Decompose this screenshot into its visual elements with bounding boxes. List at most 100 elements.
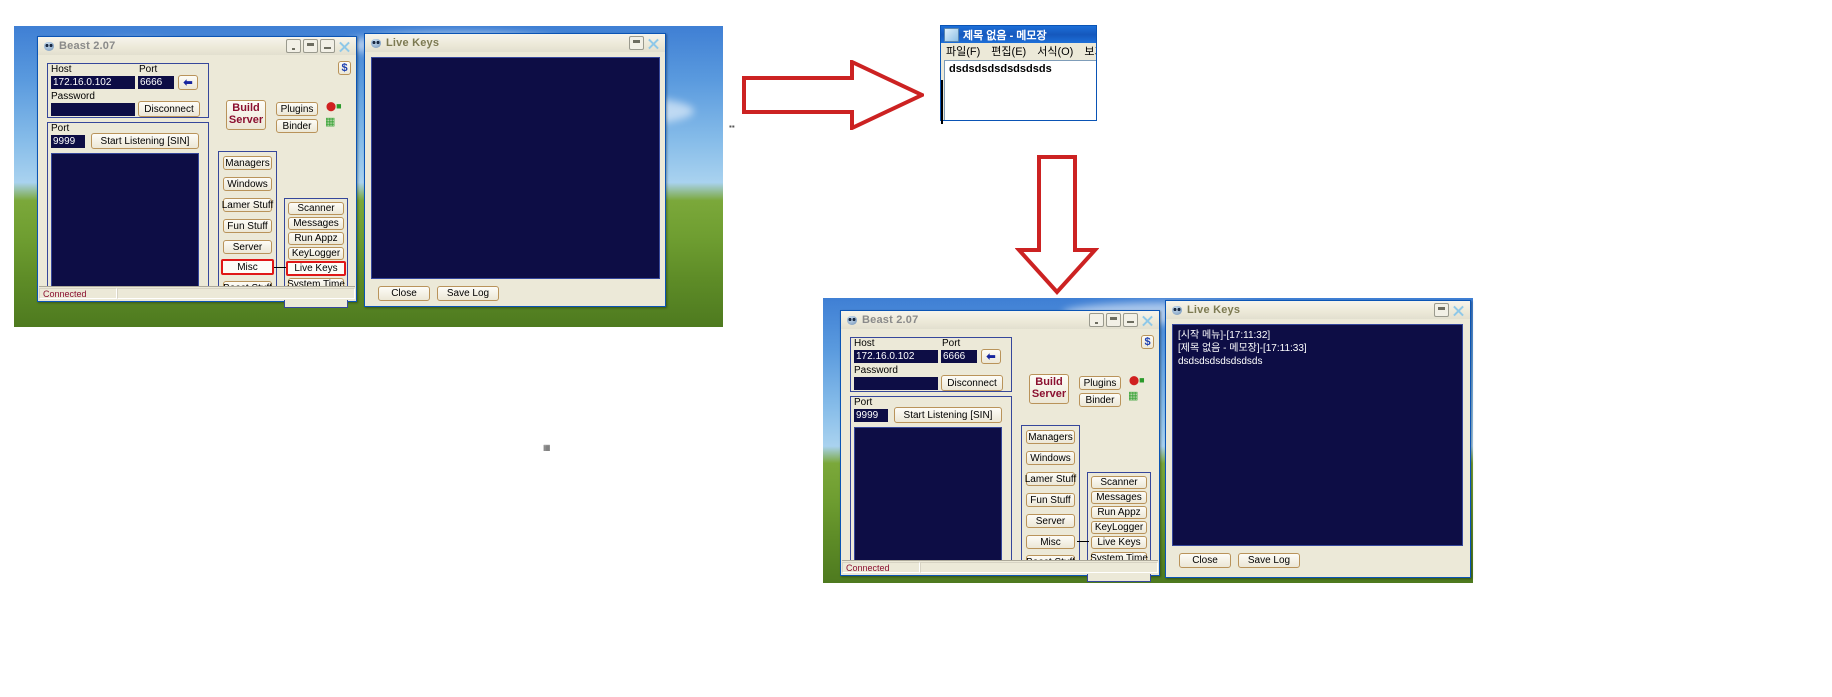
- sub-item-run-appz[interactable]: Run Appz: [288, 232, 344, 245]
- beast-client-area-top: Host Port 172.16.0.102 6666 ⬅ Password D…: [38, 55, 356, 308]
- beast-titlebar-bottom[interactable]: Beast 2.07: [841, 311, 1159, 329]
- listen-port-input[interactable]: 9999: [51, 135, 85, 148]
- sub-item-scanner[interactable]: Scanner: [1091, 476, 1147, 489]
- plugins-button[interactable]: Plugins: [276, 102, 318, 116]
- alien-icon: [846, 315, 858, 326]
- livekeys-titlebar-bottom[interactable]: Live Keys: [1166, 301, 1470, 319]
- connections-listbox-bottom[interactable]: [854, 427, 1002, 569]
- network-graph-icon[interactable]: ▦: [1128, 391, 1138, 402]
- sub-item-keylogger[interactable]: KeyLogger: [1091, 521, 1147, 534]
- host-input[interactable]: 172.16.0.102: [854, 350, 938, 363]
- notepad-icon: [944, 27, 959, 42]
- connections-listbox-top[interactable]: [51, 153, 199, 295]
- beast-window-top[interactable]: Beast 2.07 Host Port 172.16.0.102 6666 ⬅…: [37, 36, 357, 308]
- connection-icon[interactable]: ⬤■: [1129, 376, 1145, 385]
- start-listening-button[interactable]: Start Listening [SIN]: [91, 133, 199, 149]
- livekeys-titlebar-top[interactable]: Live Keys: [365, 34, 665, 52]
- save-log-button[interactable]: Save Log: [1238, 553, 1300, 568]
- livekeys-window-bottom[interactable]: Live Keys [시작 메뉴]-[17:11:32] [제목 없음 - 메모…: [1165, 300, 1471, 578]
- sub-item-live-keys[interactable]: Live Keys: [1091, 536, 1147, 549]
- port-input[interactable]: 6666: [941, 350, 977, 363]
- menu-item-fun-stuff[interactable]: Fun Stuff: [1026, 493, 1075, 507]
- notepad-content: dsdsdsdsdsdsdsds: [949, 63, 1052, 75]
- minimize-button[interactable]: [629, 36, 644, 50]
- menu-view[interactable]: 보기(V: [1084, 43, 1096, 59]
- sub-item-live-keys[interactable]: Live Keys: [286, 261, 346, 276]
- restore-button[interactable]: [320, 39, 335, 53]
- sub-item-scanner[interactable]: Scanner: [288, 202, 344, 215]
- menu-connector-line: [1077, 541, 1089, 542]
- port-input[interactable]: 6666: [138, 76, 174, 89]
- menu-file[interactable]: 파일(F): [946, 43, 980, 59]
- menu-format[interactable]: 서식(O): [1037, 43, 1073, 59]
- connect-arrow-button[interactable]: ⬅: [178, 75, 198, 90]
- minimize-button[interactable]: [1434, 303, 1449, 317]
- sub-item-keylogger[interactable]: KeyLogger: [288, 247, 344, 260]
- disconnect-button[interactable]: Disconnect: [941, 375, 1003, 391]
- sub-item-messages[interactable]: Messages: [1091, 491, 1147, 504]
- binder-button[interactable]: Binder: [276, 119, 318, 133]
- tiny-mark-left: ▪▪: [729, 122, 735, 131]
- menu-item-server[interactable]: Server: [223, 240, 272, 254]
- port-label: Port: [942, 338, 961, 349]
- minimize-to-tray-button[interactable]: [1089, 313, 1104, 327]
- close-icon[interactable]: [1451, 304, 1466, 317]
- minimize-to-tray-button[interactable]: [286, 39, 301, 53]
- dollar-icon[interactable]: $: [338, 61, 351, 75]
- connect-arrow-button[interactable]: ⬅: [981, 349, 1001, 364]
- build-server-button[interactable]: Build Server: [1029, 374, 1069, 404]
- beast-client-area-bottom: Host Port 172.16.0.102 6666 ⬅ Password D…: [841, 329, 1159, 582]
- window-title: Beast 2.07: [862, 314, 919, 326]
- beast-window-bottom[interactable]: Beast 2.07 Host Port 172.16.0.102 6666 ⬅…: [840, 310, 1160, 582]
- menu-item-windows[interactable]: Windows: [1026, 451, 1075, 465]
- host-input[interactable]: 172.16.0.102: [51, 76, 135, 89]
- alien-icon: [1171, 305, 1183, 316]
- save-log-button[interactable]: Save Log: [437, 286, 499, 301]
- notepad-window[interactable]: 제목 없음 - 메모장 파일(F) 편집(E) 서식(O) 보기(V dsdsd…: [940, 25, 1097, 121]
- menu-item-misc[interactable]: Misc: [1026, 535, 1075, 549]
- close-icon[interactable]: [646, 37, 661, 50]
- connection-icon[interactable]: ⬤■: [326, 102, 342, 111]
- start-listening-button[interactable]: Start Listening [SIN]: [894, 407, 1002, 423]
- menu-item-lamer-stuff[interactable]: Lamer Stuff: [1025, 472, 1076, 486]
- dollar-icon[interactable]: $: [1141, 335, 1154, 349]
- notepad-menubar[interactable]: 파일(F) 편집(E) 서식(O) 보기(V: [941, 43, 1096, 59]
- close-icon[interactable]: [337, 40, 352, 53]
- livekeys-log-area-top[interactable]: [371, 57, 660, 279]
- log-line: [제목 없음 - 메모장]-[17:11:33]: [1178, 343, 1307, 354]
- restore-button[interactable]: [1123, 313, 1138, 327]
- sub-item-messages[interactable]: Messages: [288, 217, 344, 230]
- minimize-button[interactable]: [303, 39, 318, 53]
- titlebar-buttons: [1089, 313, 1157, 327]
- notepad-textarea[interactable]: dsdsdsdsdsdsdsds: [944, 60, 1096, 120]
- menu-item-managers[interactable]: Managers: [1026, 430, 1075, 444]
- sub-item-run-appz[interactable]: Run Appz: [1091, 506, 1147, 519]
- notepad-titlebar[interactable]: 제목 없음 - 메모장: [941, 26, 1096, 43]
- arrow-down-annotation: [1014, 155, 1100, 295]
- menu-edit[interactable]: 편집(E): [991, 43, 1026, 59]
- password-input[interactable]: [854, 377, 938, 390]
- livekeys-log-area-bottom[interactable]: [시작 메뉴]-[17:11:32] [제목 없음 - 메모장]-[17:11:…: [1172, 324, 1463, 546]
- listen-port-input[interactable]: 9999: [854, 409, 888, 422]
- binder-button[interactable]: Binder: [1079, 393, 1121, 407]
- menu-item-lamer-stuff[interactable]: Lamer Stuff: [222, 198, 273, 212]
- menu-item-fun-stuff[interactable]: Fun Stuff: [223, 219, 272, 233]
- menu-item-server[interactable]: Server: [1026, 514, 1075, 528]
- network-graph-icon[interactable]: ▦: [325, 117, 335, 128]
- livekeys-window-top[interactable]: Live Keys Close Save Log: [364, 33, 666, 307]
- beast-statusbar-top: Connected: [39, 286, 355, 300]
- build-server-button[interactable]: Build Server: [226, 100, 266, 130]
- minimize-button[interactable]: [1106, 313, 1121, 327]
- close-button[interactable]: Close: [378, 286, 430, 301]
- menu-item-misc[interactable]: Misc: [221, 259, 274, 275]
- password-input[interactable]: [51, 103, 135, 116]
- host-label: Host: [51, 64, 72, 75]
- beast-titlebar-top[interactable]: Beast 2.07: [38, 37, 356, 55]
- close-icon[interactable]: [1140, 314, 1155, 327]
- menu-item-managers[interactable]: Managers: [223, 156, 272, 170]
- menu-item-windows[interactable]: Windows: [223, 177, 272, 191]
- status-text: Connected: [39, 288, 117, 299]
- disconnect-button[interactable]: Disconnect: [138, 101, 200, 117]
- plugins-button[interactable]: Plugins: [1079, 376, 1121, 390]
- close-button[interactable]: Close: [1179, 553, 1231, 568]
